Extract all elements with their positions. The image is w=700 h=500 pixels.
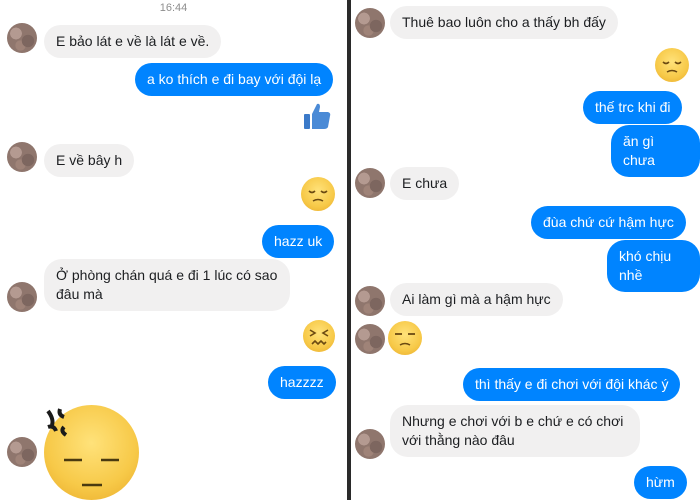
avatar[interactable]	[7, 23, 37, 53]
outgoing-message[interactable]: thế trc khi đi	[583, 91, 683, 124]
incoming-message[interactable]: Ai làm gì mà a hậm hực	[390, 283, 563, 316]
avatar[interactable]	[355, 429, 385, 459]
incoming-message[interactable]: E bảo lát e về là lát e về.	[44, 25, 222, 58]
avatar[interactable]	[7, 142, 37, 172]
outgoing-message[interactable]: khó chịu nhề	[607, 240, 700, 292]
outgoing-message[interactable]: thì thấy e đi chơi với đội khác ý	[463, 368, 681, 401]
outgoing-message[interactable]: hừm	[634, 466, 687, 499]
timestamp: 16:44	[159, 2, 188, 14]
outgoing-message[interactable]: ăn gì chưa	[611, 125, 700, 177]
avatar[interactable]	[355, 324, 385, 354]
outgoing-message[interactable]: a ko thích e đi bay với đội lạ	[135, 63, 334, 96]
pensive-emoji-icon[interactable]	[655, 48, 689, 82]
pensive-emoji-icon[interactable]	[301, 177, 335, 211]
angry-sticker-icon[interactable]	[44, 405, 139, 500]
avatar[interactable]	[355, 286, 385, 316]
avatar[interactable]	[355, 8, 385, 38]
right-chat-screenshot: Thuê bao luôn cho a thấy bh đấy thế trc …	[351, 0, 700, 500]
incoming-message[interactable]: Ở phòng chán quá e đi 1 lúc có sao đâu m…	[44, 259, 290, 311]
confounded-emoji-icon[interactable]	[303, 320, 335, 352]
incoming-message[interactable]: E về bây h	[44, 144, 135, 177]
incoming-message[interactable]: Nhưng e chơi với b e chứ e có chơi với t…	[390, 405, 640, 457]
outgoing-message[interactable]: hazz uk	[262, 225, 335, 258]
outgoing-message[interactable]: hazzzz	[268, 366, 336, 399]
incoming-message[interactable]: E chưa	[390, 167, 460, 200]
incoming-message[interactable]: Thuê bao luôn cho a thấy bh đấy	[390, 6, 618, 39]
unamused-emoji-icon[interactable]	[388, 321, 422, 355]
left-chat-screenshot: 16:44 E bảo lát e về là lát e về. a ko t…	[0, 0, 347, 500]
outgoing-message[interactable]: đùa chứ cứ hậm hực	[531, 206, 686, 239]
avatar[interactable]	[7, 437, 37, 467]
thumbs-up-icon[interactable]	[302, 101, 332, 131]
avatar[interactable]	[355, 168, 385, 198]
avatar[interactable]	[7, 282, 37, 312]
